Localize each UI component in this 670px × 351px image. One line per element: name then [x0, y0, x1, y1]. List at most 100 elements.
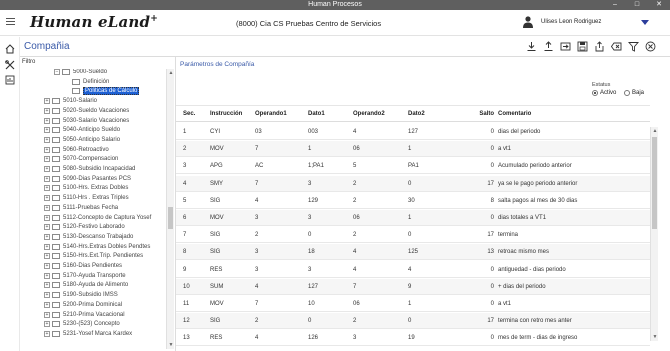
radio-button[interactable] [592, 90, 598, 96]
column-header[interactable]: Comentario [498, 111, 531, 117]
tree-node[interactable]: +5170-Ayuda Transporte [44, 272, 126, 283]
tree-node[interactable]: +Politicas de Cálculo [64, 87, 140, 98]
table-row[interactable]: 4 SMY 7 3 2 0 17 ya se le pago periodo anterior [176, 175, 650, 192]
maximize-button[interactable]: □ [626, 0, 648, 10]
expand-icon[interactable]: + [44, 311, 50, 318]
expand-icon[interactable]: + [44, 98, 50, 105]
scroll-down-arrow-icon[interactable]: ▼ [167, 341, 175, 349]
scroll-up-arrow-icon[interactable]: ▲ [167, 69, 175, 77]
expand-icon[interactable]: + [44, 263, 50, 269]
expand-icon[interactable]: + [44, 204, 50, 211]
table-scrollbar[interactable]: ▲ ▼ [650, 127, 658, 341]
tree-node[interactable]: +5150-Hrs.Ext.Trip. Pendientes [44, 253, 143, 263]
table-row[interactable]: 1 CYI 03 003 4 127 0 dias del periodo [176, 124, 650, 140]
expand-icon[interactable]: + [44, 107, 50, 114]
tree-node[interactable]: +5070-Compensacion [44, 156, 118, 166]
expand-icon[interactable]: + [44, 301, 50, 308]
tree-node[interactable]: +5180-Ayuda de Alimento [44, 282, 128, 292]
table-scroll-thumb[interactable] [652, 137, 657, 229]
tree-node[interactable]: +5100-Hrs. Extras Dobles [44, 185, 128, 195]
expand-icon[interactable]: + [44, 127, 50, 134]
column-header[interactable]: Dato2 [408, 111, 425, 117]
expand-icon[interactable]: + [44, 156, 50, 163]
tree-node[interactable]: +5080-Subsidio Incapacidad [44, 166, 135, 176]
radio-activo[interactable]: Activo [592, 90, 616, 97]
user-menu[interactable]: Ulises Leon Rodriguez [521, 14, 653, 32]
expand-icon[interactable]: + [44, 321, 50, 328]
tree-node[interactable]: +5020-Sueldo Vacaciones [44, 107, 129, 118]
tree-scroll-thumb[interactable] [168, 207, 173, 229]
expand-icon[interactable]: + [44, 146, 50, 153]
home-icon[interactable] [5, 44, 15, 54]
table-row[interactable]: 2 MOV 7 1 06 1 0 a vt1 [176, 141, 650, 158]
expand-icon[interactable]: + [44, 233, 50, 240]
expand-icon[interactable]: + [44, 214, 50, 221]
tree-node[interactable]: +5230-(523) Concepto [44, 321, 120, 331]
expand-icon[interactable]: + [44, 272, 50, 279]
expand-icon[interactable]: + [44, 224, 50, 231]
column-header[interactable]: Dato1 [308, 111, 325, 117]
tree-node[interactable]: +5040-Anticipo Sueldo [44, 127, 120, 137]
tree-node[interactable]: +5120-Festivo Laborado [44, 224, 125, 234]
chevron-down-icon[interactable] [641, 20, 649, 25]
export-icon[interactable] [560, 41, 571, 52]
download-icon[interactable] [526, 41, 537, 52]
tree-node[interactable]: − 5000-Sueldo [54, 69, 107, 79]
expand-icon[interactable]: + [44, 185, 50, 192]
table-row[interactable]: 6 MOV 3 3 06 1 0 dias totales a VT1 [176, 210, 650, 226]
column-header[interactable]: Salto [479, 111, 494, 117]
tree-node[interactable]: +5030-Salario Vacaciones [44, 117, 129, 128]
table-row[interactable]: 7 SIG 2 0 2 0 17 termina [176, 227, 650, 244]
table-row[interactable]: 10 SUM 4 127 7 9 0 + dias del periodo [176, 278, 650, 295]
tree-node[interactable]: +5010-Salario [44, 98, 97, 108]
tree-node[interactable]: +5111-Pruebas Fecha [44, 204, 118, 215]
tree-node[interactable]: +5231-Yosef Marca Kardex [44, 330, 132, 341]
tree-node[interactable]: +5210-Prima Vacacional [44, 311, 125, 322]
column-header[interactable]: Sec. [183, 111, 195, 117]
tree-node[interactable]: +5060-Retroactivo [44, 146, 109, 157]
upload-icon[interactable] [543, 41, 554, 52]
tree-node[interactable]: +5112-Concepto de Captura Yosef [44, 214, 151, 225]
table-row[interactable]: 8 SIG 3 18 4 125 13 retroac mismo mes [176, 244, 650, 261]
hamburger-menu-icon[interactable] [6, 18, 15, 26]
column-header[interactable]: Instrucción [210, 111, 242, 117]
expand-icon[interactable]: + [44, 282, 50, 289]
tree-node[interactable]: +5200-Prima Dominical [44, 301, 122, 312]
minimize-button[interactable]: – [604, 0, 626, 10]
share-icon[interactable] [594, 41, 605, 52]
expand-icon[interactable]: + [44, 330, 50, 337]
column-header[interactable]: Operando2 [353, 111, 385, 117]
collapse-icon[interactable]: − [54, 69, 60, 75]
expand-icon[interactable]: + [44, 292, 50, 299]
close-icon[interactable] [645, 41, 656, 52]
tree-node[interactable]: +5050-Anticipo Salario [44, 136, 120, 147]
table-row[interactable]: 9 RES 3 3 4 4 0 antiguedad - dias periodo [176, 262, 650, 278]
tree-node[interactable]: +5090-Dias Pasantes PCS [44, 175, 131, 186]
table-row[interactable]: 11 MOV 7 10 06 1 0 a vt1 [176, 296, 650, 312]
radio-baja[interactable]: Baja [624, 90, 644, 97]
scroll-down-arrow-icon[interactable]: ▼ [651, 333, 659, 341]
radio-button[interactable] [624, 90, 630, 96]
report-icon[interactable] [5, 75, 15, 85]
tree-scrollbar[interactable]: ▲ ▼ [166, 69, 174, 349]
expand-icon[interactable]: + [44, 117, 50, 124]
filter-icon[interactable] [628, 41, 639, 52]
scroll-up-arrow-icon[interactable]: ▲ [651, 127, 659, 135]
table-row[interactable]: 3 APG AC 1;PA1 5 PA1 0 Acumulado periodo anteri… [176, 158, 650, 175]
expand-icon[interactable]: + [44, 166, 50, 172]
tree-node[interactable]: +5160-Dias Pendientes [44, 263, 122, 273]
expand-icon[interactable]: + [44, 243, 50, 250]
tree-node[interactable]: +5110-Hrs . Extras Triples [44, 195, 129, 205]
tree-node[interactable]: +5190-Subsidio IMSS [44, 292, 118, 302]
expand-icon[interactable]: + [44, 253, 50, 260]
close-window-button[interactable]: ✕ [648, 0, 670, 10]
column-header[interactable]: Operando1 [255, 111, 287, 117]
expand-icon[interactable]: + [44, 195, 50, 202]
table-row[interactable]: 5 SIG 4 129 2 30 8 salta pagos al mes de 30 dia… [176, 193, 650, 209]
table-row[interactable]: 12 SIG 2 0 2 0 17 termina con retro mes anter [176, 313, 650, 330]
expand-icon[interactable]: + [44, 175, 50, 182]
tools-icon[interactable] [5, 60, 15, 70]
tree-node[interactable]: +5130-Descanso Trabajado [44, 233, 133, 244]
delete-icon[interactable] [611, 41, 622, 52]
table-row[interactable]: 13 RES 4 126 3 19 0 mes de term - dias de ingre… [176, 330, 650, 347]
